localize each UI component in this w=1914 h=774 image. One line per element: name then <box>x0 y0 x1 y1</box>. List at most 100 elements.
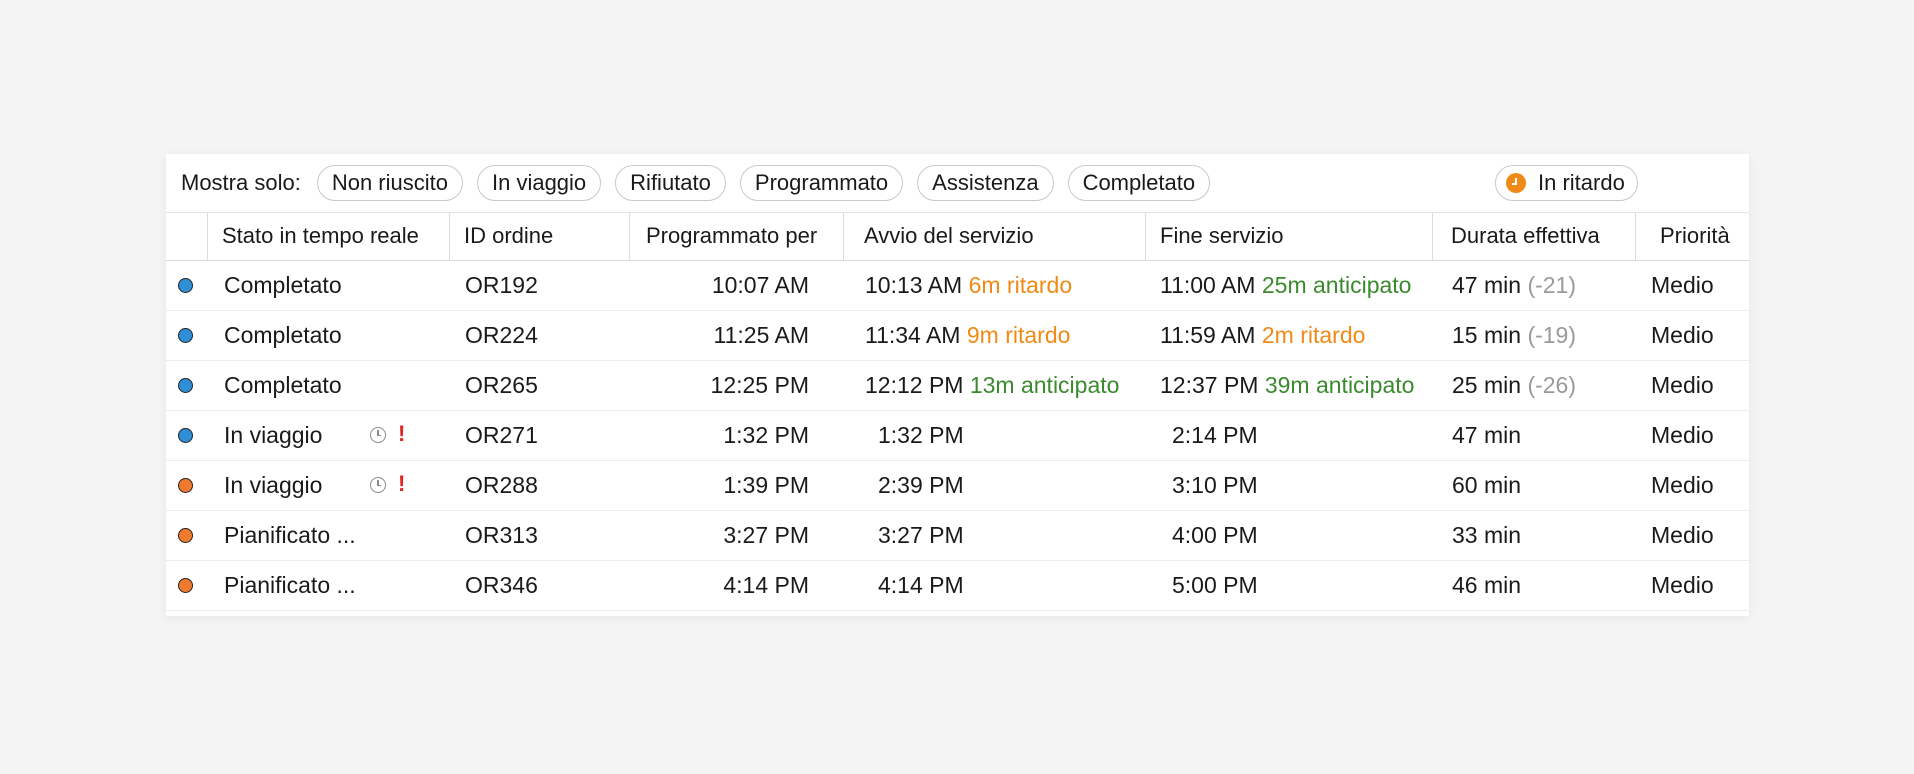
column-header-order-id[interactable]: ID ordine <box>464 212 553 260</box>
alert-icon: ! <box>398 471 406 496</box>
start-time: 3:27 PM <box>878 522 964 548</box>
order-id: OR271 <box>465 422 538 448</box>
priority: Medio <box>1651 572 1714 598</box>
table-row[interactable]: In viaggio! OR288 1:39 PM 2:39 PM 3:10 PM 60 … <box>166 461 1749 511</box>
clock-icon <box>370 427 386 443</box>
start-note: 13m anticipato <box>969 372 1120 398</box>
start-time: 10:13 AM 6m ritardo <box>865 272 1073 298</box>
start-time: 4:14 PM <box>878 572 964 598</box>
status-text: Pianificato ... <box>224 522 356 548</box>
priority: Medio <box>1651 272 1714 298</box>
duration: 25 min (-26) <box>1452 372 1576 398</box>
table-row[interactable]: Pianificato ... OR313 3:27 PM 3:27 PM 4:00 P… <box>166 511 1749 561</box>
column-divider <box>207 212 208 260</box>
table-row[interactable]: Completato OR224 11:25 AM 11:34 AM 9m ritar… <box>166 311 1749 361</box>
duration: 47 min <box>1452 422 1522 448</box>
end-time: 11:00 AM 25m anticipato <box>1160 272 1412 298</box>
duration: 33 min <box>1452 522 1522 548</box>
status-dot <box>178 278 193 293</box>
scheduled-time: 3:27 PM <box>723 522 809 548</box>
scheduled-time: 10:07 AM <box>711 272 809 298</box>
scheduled-time: 1:32 PM <box>723 422 809 448</box>
status-dot <box>178 478 193 493</box>
filter-chip-assistenza[interactable]: Assistenza <box>917 165 1054 201</box>
duration: 46 min <box>1452 572 1522 598</box>
start-note: 6m ritardo <box>968 272 1073 298</box>
order-id: OR346 <box>465 572 538 598</box>
status-text: Pianificato ... <box>224 572 356 598</box>
duration: 15 min (-19) <box>1452 322 1576 348</box>
clock-icon <box>1506 173 1526 193</box>
status-text: In viaggio <box>224 472 323 498</box>
table-header: Stato in tempo reale ID ordine Programma… <box>166 212 1749 261</box>
column-divider <box>629 212 630 260</box>
priority: Medio <box>1651 522 1714 548</box>
column-header-status[interactable]: Stato in tempo reale <box>222 212 419 260</box>
status-dot <box>178 328 193 343</box>
end-time: 4:00 PM <box>1172 522 1258 548</box>
filter-bar: Mostra solo: Non riuscito In viaggio Rif… <box>166 154 1749 213</box>
priority: Medio <box>1651 422 1714 448</box>
column-header-priority[interactable]: Priorità <box>1660 212 1730 260</box>
status-dot <box>178 428 193 443</box>
start-time: 12:12 PM 13m anticipato <box>865 372 1120 398</box>
filter-chip-rifiutato[interactable]: Rifiutato <box>615 165 726 201</box>
order-id: OR288 <box>465 472 538 498</box>
filter-chip-in-viaggio[interactable]: In viaggio <box>476 165 602 201</box>
filter-label: Mostra solo: <box>181 170 301 195</box>
duration-delta: (-21) <box>1527 272 1576 298</box>
filter-chip-in-ritardo-label: In ritardo <box>1538 170 1625 195</box>
order-id: OR265 <box>465 372 538 398</box>
end-time: 5:00 PM <box>1172 572 1258 598</box>
start-time: 2:39 PM <box>878 472 964 498</box>
status-dot <box>178 578 193 593</box>
table-row[interactable]: Pianificato ... OR346 4:14 PM 4:14 PM 5:00 P… <box>166 561 1749 611</box>
column-divider <box>1432 212 1433 260</box>
order-id: OR224 <box>465 322 538 348</box>
end-time: 12:37 PM 39m anticipato <box>1160 372 1415 398</box>
duration-delta: (-26) <box>1527 372 1576 398</box>
status-text: Completato <box>224 322 342 348</box>
scheduled-time: 1:39 PM <box>723 472 809 498</box>
end-note: 39m anticipato <box>1264 372 1415 398</box>
column-header-scheduled[interactable]: Programmato per <box>646 212 817 260</box>
start-time: 1:32 PM <box>878 422 964 448</box>
alert-icon: ! <box>398 421 406 446</box>
table-row[interactable]: Completato OR192 10:07 AM 10:13 AM 6m ritar… <box>166 261 1749 311</box>
column-header-start[interactable]: Avvio del servizio <box>864 212 1034 260</box>
priority: Medio <box>1651 372 1714 398</box>
order-id: OR313 <box>465 522 538 548</box>
column-divider <box>449 212 450 260</box>
filter-chip-completato[interactable]: Completato <box>1067 165 1211 201</box>
end-time: 3:10 PM <box>1172 472 1258 498</box>
column-header-duration[interactable]: Durata effettiva <box>1451 212 1600 260</box>
column-divider <box>1635 212 1636 260</box>
table-row[interactable]: Completato OR265 12:25 PM 12:12 PM 13m anti… <box>166 361 1749 411</box>
column-divider <box>843 212 844 260</box>
scheduled-time: 11:25 AM <box>713 322 809 348</box>
priority: Medio <box>1651 322 1714 348</box>
orders-panel: Mostra solo: Non riuscito In viaggio Rif… <box>166 154 1749 616</box>
end-time: 11:59 AM 2m ritardo <box>1160 322 1366 348</box>
column-divider <box>1145 212 1146 260</box>
status-text: Completato <box>224 372 342 398</box>
priority: Medio <box>1651 472 1714 498</box>
filter-chip-programmato[interactable]: Programmato <box>739 165 904 201</box>
status-dot <box>178 378 193 393</box>
column-header-end[interactable]: Fine servizio <box>1160 212 1283 260</box>
scheduled-time: 12:25 PM <box>710 372 809 398</box>
order-id: OR192 <box>465 272 538 298</box>
filter-chip-non-riuscito[interactable]: Non riuscito <box>316 165 463 201</box>
end-time: 2:14 PM <box>1172 422 1258 448</box>
start-note: 9m ritardo <box>966 322 1071 348</box>
duration: 60 min <box>1452 472 1522 498</box>
end-note: 2m ritardo <box>1261 322 1366 348</box>
duration: 47 min (-21) <box>1452 272 1576 298</box>
status-text: Completato <box>224 272 342 298</box>
duration-delta: (-19) <box>1527 322 1576 348</box>
end-note: 25m anticipato <box>1261 272 1412 298</box>
status-text: In viaggio <box>224 422 323 448</box>
start-time: 11:34 AM 9m ritardo <box>865 322 1071 348</box>
filter-chip-in-ritardo[interactable]: In ritardo <box>1495 165 1638 201</box>
table-row[interactable]: In viaggio! OR271 1:32 PM 1:32 PM 2:14 PM 47 … <box>166 411 1749 461</box>
